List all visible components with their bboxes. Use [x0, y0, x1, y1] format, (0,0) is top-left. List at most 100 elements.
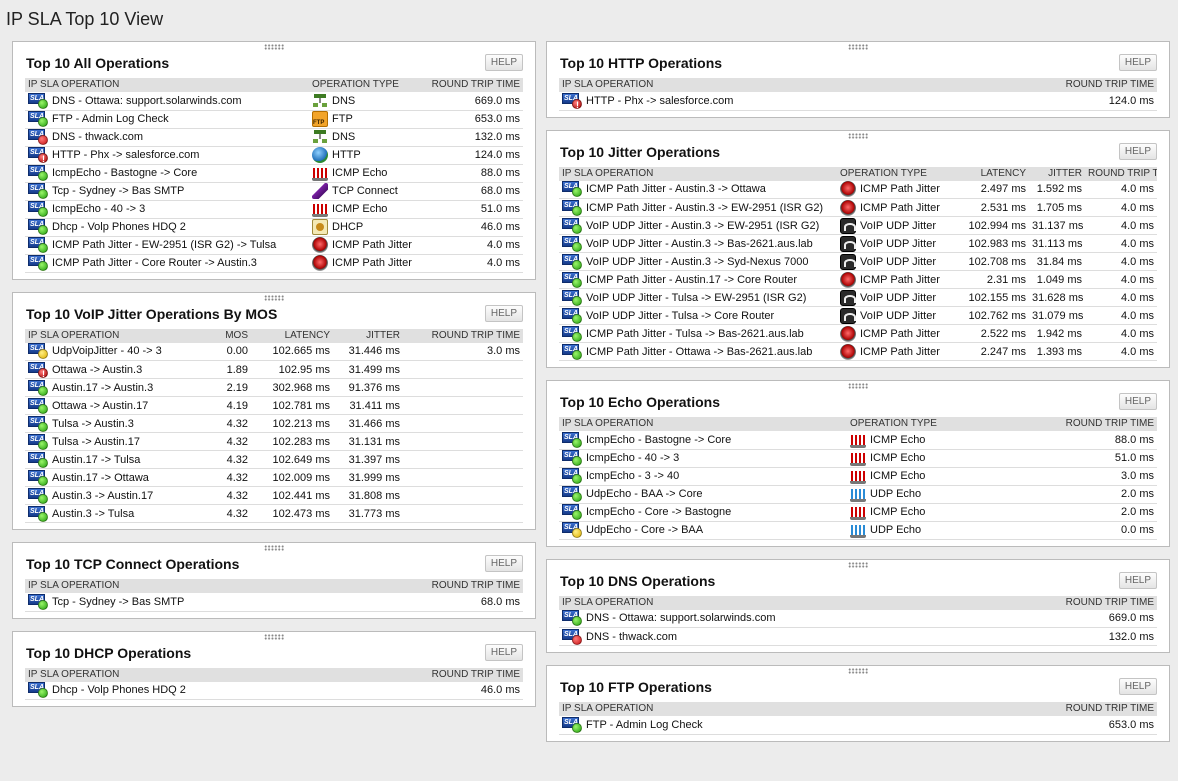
- operation-link[interactable]: VoIP UDP Jitter - Austin.3 -> Syd-Nexus …: [586, 254, 808, 270]
- column-header[interactable]: OPERATION TYPE: [847, 417, 977, 431]
- table-row[interactable]: SLA Austin.17 -> Tulsa 4.32 102.649 ms 31.39…: [25, 450, 523, 469]
- help-button[interactable]: HELP: [484, 54, 523, 71]
- table-row[interactable]: SLA ICMP Path Jitter - Austin.3 -> EW-295…: [559, 198, 1157, 217]
- table-row[interactable]: SLA ICMP Path Jitter - Core Router -> Aus…: [25, 254, 523, 273]
- operation-link[interactable]: VoIP UDP Jitter - Austin.3 -> EW-2951 (I…: [586, 218, 819, 234]
- table-row[interactable]: SLA VoIP UDP Jitter - Tulsa -> Core Route…: [559, 306, 1157, 325]
- operation-link[interactable]: DNS - thwack.com: [586, 629, 677, 645]
- table-row[interactable]: SLA Tulsa -> Austin.17 4.32 102.283 ms 31.13…: [25, 432, 523, 451]
- operation-link[interactable]: Ottawa -> Austin.17: [52, 398, 148, 414]
- column-header[interactable]: ROUND TRIP TIME: [393, 579, 523, 593]
- operation-link[interactable]: IcmpEcho - 40 -> 3: [586, 450, 679, 466]
- operation-link[interactable]: ICMP Path Jitter - Ottawa -> Bas-2621.au…: [586, 344, 812, 360]
- column-header[interactable]: MOS: [211, 328, 251, 343]
- column-header[interactable]: ROUND TRIP TIME: [419, 78, 523, 92]
- operation-link[interactable]: Tcp - Sydney -> Bas SMTP: [52, 183, 184, 199]
- table-row[interactable]: SLA ICMP Path Jitter - Austin.3 -> Ottawa…: [559, 180, 1157, 199]
- table-row[interactable]: SLAFTP - Admin Log Check FTP 653.0 ms: [25, 110, 523, 129]
- operation-link[interactable]: UdpEcho - BAA -> Core: [586, 486, 702, 502]
- operation-link[interactable]: FTP - Admin Log Check: [586, 717, 703, 733]
- table-row[interactable]: SLA IcmpEcho - 40 -> 3 ICMP Echo 51.0 ms: [559, 449, 1157, 468]
- operation-link[interactable]: ICMP Path Jitter - Tulsa -> Bas-2621.aus…: [586, 326, 804, 342]
- table-row[interactable]: SLA UdpEcho - Core -> BAA UDP Echo 0.0 ms: [559, 521, 1157, 540]
- table-row[interactable]: SLA VoIP UDP Jitter - Austin.3 -> EW-2951…: [559, 216, 1157, 235]
- table-row[interactable]: SLA Austin.17 -> Austin.3 2.19 302.968 ms 91…: [25, 378, 523, 397]
- column-header[interactable]: IP SLA OPERATION: [559, 702, 1027, 716]
- table-row[interactable]: SLA ICMP Path Jitter - Austin.17 -> Core …: [559, 270, 1157, 289]
- operation-link[interactable]: Tulsa -> Austin.17: [52, 434, 140, 450]
- help-button[interactable]: HELP: [484, 304, 523, 322]
- column-header[interactable]: LATENCY: [251, 328, 333, 343]
- operation-link[interactable]: ICMP Path Jitter - Austin.3 -> Ottawa: [586, 181, 766, 197]
- table-row[interactable]: SLA DNS - thwack.com DNS 132.0 ms: [25, 128, 523, 147]
- help-button[interactable]: HELP: [1118, 393, 1157, 410]
- column-header[interactable]: IP SLA OPERATION: [25, 579, 393, 593]
- table-row[interactable]: SLAHTTP - Phx -> salesforce.com HTTP 124.0…: [25, 146, 523, 165]
- operation-link[interactable]: Austin.17 -> Tulsa: [52, 452, 140, 468]
- operation-link[interactable]: HTTP - Phx -> salesforce.com: [52, 147, 199, 163]
- table-row[interactable]: SLA IcmpEcho - Core -> Bastogne ICMP Echo 2…: [559, 503, 1157, 522]
- table-row[interactable]: SLA IcmpEcho - 3 -> 40 ICMP Echo 3.0 ms: [559, 467, 1157, 486]
- column-header[interactable]: IP SLA OPERATION: [559, 595, 1027, 610]
- column-header[interactable]: IP SLA OPERATION: [25, 78, 309, 92]
- column-header[interactable]: OPERATION TYPE: [309, 78, 419, 92]
- help-button[interactable]: HELP: [1118, 571, 1157, 589]
- operation-link[interactable]: Austin.17 -> Austin.3: [52, 380, 153, 396]
- column-header[interactable]: ROUND TRIP TIME: [403, 328, 523, 343]
- column-header[interactable]: ROUND TRIP TIME: [1027, 595, 1157, 610]
- operation-link[interactable]: ICMP Path Jitter - Austin.3 -> EW-2951 (…: [586, 200, 823, 216]
- operation-link[interactable]: ICMP Path Jitter - EW-2951 (ISR G2) -> T…: [52, 237, 276, 253]
- table-row[interactable]: SLAHTTP - Phx -> salesforce.com124.0 ms: [559, 92, 1157, 111]
- operation-link[interactable]: Tulsa -> Austin.3: [52, 416, 134, 432]
- operation-link[interactable]: DNS - thwack.com: [52, 129, 143, 145]
- operation-link[interactable]: Ottawa -> Austin.3: [52, 362, 142, 378]
- operation-link[interactable]: Austin.3 -> Austin.17: [52, 488, 153, 504]
- table-row[interactable]: SLA Dhcp - Volp Phones HDQ 2 46.0 ms: [25, 681, 523, 700]
- table-row[interactable]: SLA FTP - Admin Log Check 653.0 ms: [559, 716, 1157, 735]
- table-row[interactable]: SLA Tcp - Sydney -> Bas SMTP 68.0 ms: [25, 593, 523, 612]
- table-row[interactable]: SLA Austin.3 -> Austin.17 4.32 102.441 ms 31…: [25, 486, 523, 505]
- operation-link[interactable]: Dhcp - Volp Phones HDQ 2: [52, 219, 186, 235]
- operation-link[interactable]: VoIP UDP Jitter - Austin.3 -> Bas-2621.a…: [586, 236, 813, 252]
- table-row[interactable]: SLA Tcp - Sydney -> Bas SMTP TCP Connect 68…: [25, 182, 523, 201]
- column-header[interactable]: LATENCY: [953, 166, 1029, 181]
- table-row[interactable]: SLA ICMP Path Jitter - EW-2951 (ISR G2) -…: [25, 236, 523, 255]
- column-header[interactable]: IP SLA OPERATION: [25, 667, 393, 682]
- operation-link[interactable]: FTP - Admin Log Check: [52, 111, 169, 127]
- operation-link[interactable]: Tcp - Sydney -> Bas SMTP: [52, 594, 184, 610]
- table-row[interactable]: SLA DNS - Ottawa: support.solarwinds.com D…: [25, 92, 523, 111]
- table-row[interactable]: SLA Tulsa -> Austin.3 4.32 102.213 ms 31.466…: [25, 414, 523, 433]
- table-row[interactable]: SLA IcmpEcho - Bastogne -> Core ICMP Echo 8…: [559, 431, 1157, 450]
- table-row[interactable]: SLA Dhcp - Volp Phones HDQ 2 DHCP 46.0 ms: [25, 218, 523, 237]
- operation-link[interactable]: DNS - Ottawa: support.solarwinds.com: [52, 93, 242, 109]
- help-button[interactable]: HELP: [484, 555, 523, 572]
- column-header[interactable]: OPERATION TYPE: [837, 166, 953, 181]
- operation-link[interactable]: HTTP - Phx -> salesforce.com: [586, 93, 733, 109]
- operation-link[interactable]: ICMP Path Jitter - Core Router -> Austin…: [52, 255, 257, 271]
- operation-link[interactable]: Austin.3 -> Tulsa: [52, 506, 134, 522]
- operation-link[interactable]: DNS - Ottawa: support.solarwinds.com: [586, 610, 776, 626]
- table-row[interactable]: SLA VoIP UDP Jitter - Austin.3 -> Syd-Nex…: [559, 252, 1157, 271]
- column-header[interactable]: IP SLA OPERATION: [559, 166, 837, 181]
- column-header[interactable]: IP SLA OPERATION: [25, 328, 211, 343]
- operation-link[interactable]: UdpEcho - Core -> BAA: [586, 522, 703, 538]
- column-header[interactable]: ROUND TRIP TIME: [1027, 78, 1157, 92]
- table-row[interactable]: SLA VoIP UDP Jitter - Austin.3 -> Bas-262…: [559, 234, 1157, 253]
- operation-link[interactable]: Austin.17 -> Ottawa: [52, 470, 149, 486]
- operation-link[interactable]: IcmpEcho - 3 -> 40: [586, 468, 679, 484]
- operation-link[interactable]: IcmpEcho - Bastogne -> Core: [586, 432, 731, 448]
- table-row[interactable]: SLA Ottawa -> Austin.17 4.19 102.781 ms 31.4…: [25, 396, 523, 415]
- operation-link[interactable]: IcmpEcho - Core -> Bastogne: [586, 504, 731, 520]
- column-header[interactable]: ROUND TRIP TIME: [393, 667, 523, 682]
- column-header[interactable]: IP SLA OPERATION: [559, 78, 1027, 92]
- table-row[interactable]: SLA VoIP UDP Jitter - Tulsa -> EW-2951 (I…: [559, 288, 1157, 307]
- column-header[interactable]: ROUND TRIP TIME: [977, 417, 1157, 431]
- table-row[interactable]: SLA Austin.17 -> Ottawa 4.32 102.009 ms 31.9…: [25, 468, 523, 487]
- column-header[interactable]: JITTER: [333, 328, 403, 343]
- operation-link[interactable]: UdpVoipJitter - 40 -> 3: [52, 343, 162, 359]
- help-button[interactable]: HELP: [1118, 142, 1157, 160]
- operation-link[interactable]: VoIP UDP Jitter - Tulsa -> EW-2951 (ISR …: [586, 290, 806, 306]
- table-row[interactable]: SLA ICMP Path Jitter - Ottawa -> Bas-2621…: [559, 342, 1157, 361]
- help-button[interactable]: HELP: [1118, 678, 1157, 695]
- table-row[interactable]: SLA DNS - thwack.com 132.0 ms: [559, 627, 1157, 646]
